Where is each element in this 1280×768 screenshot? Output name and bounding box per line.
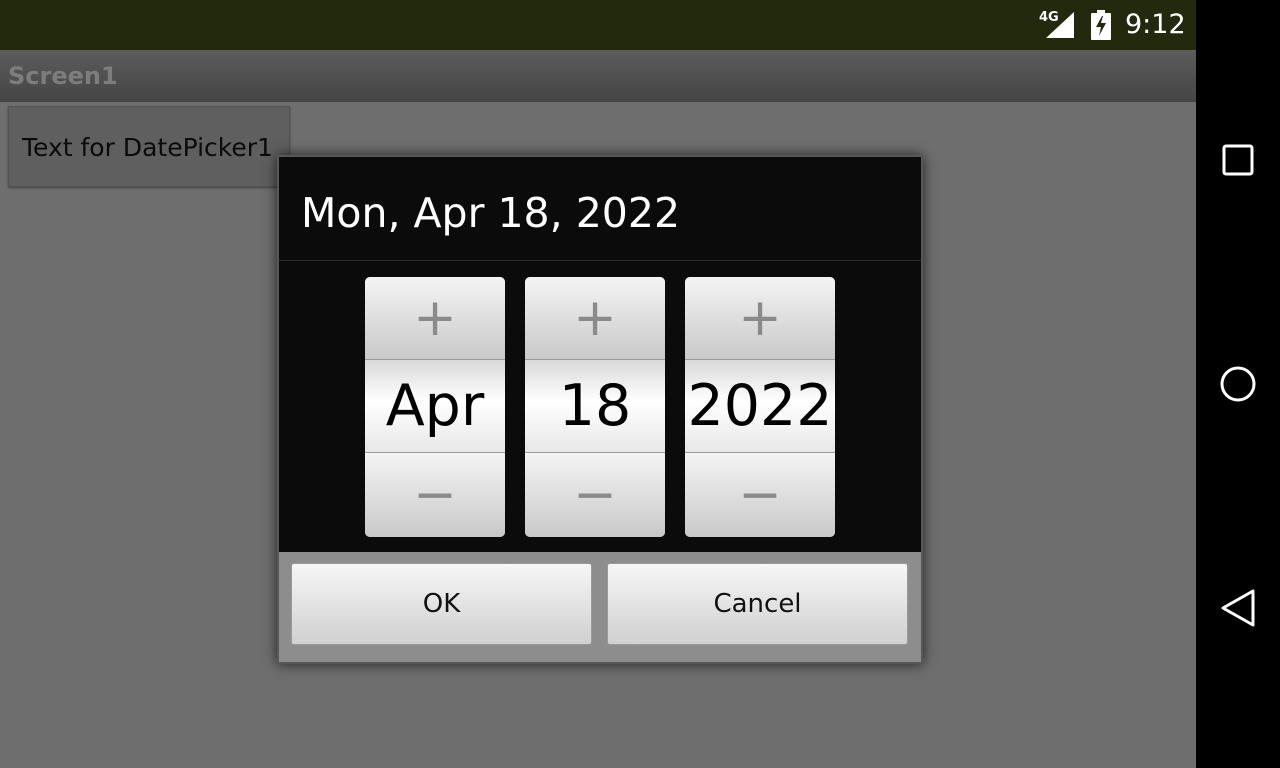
month-value[interactable]: Apr [365,359,505,453]
battery-charging-icon [1091,10,1111,40]
day-increment-button[interactable]: + [525,277,665,359]
home-button[interactable] [1208,354,1268,414]
date-picker-button-label: Text for DatePicker1 [22,133,273,162]
year-decrement-button[interactable]: − [685,453,835,537]
back-button[interactable] [1208,578,1268,638]
title-bar: Screen1 [0,50,1196,102]
cancel-button[interactable]: Cancel [607,563,908,645]
day-value[interactable]: 18 [525,359,665,453]
plus-icon: + [573,288,617,348]
month-spinner: + Apr − [365,277,505,537]
plus-icon: + [413,288,457,348]
minus-icon: − [413,465,457,525]
screen-title: Screen1 [8,62,118,90]
date-picker-dialog: Mon, Apr 18, 2022 + Apr − + 18 − + 2022 [277,155,923,664]
status-bar: 4G 9:12 [0,0,1196,50]
navigation-bar [1196,0,1280,768]
month-increment-button[interactable]: + [365,277,505,359]
day-spinner: + 18 − [525,277,665,537]
status-clock: 9:12 [1125,9,1186,40]
plus-icon: + [738,288,782,348]
date-picker-button[interactable]: Text for DatePicker1 [8,106,290,187]
day-decrement-button[interactable]: − [525,453,665,537]
dialog-footer: OK Cancel [279,552,921,662]
app-window: 4G 9:12 Screen1 Text for DatePicker1 Mon… [0,0,1196,768]
recents-square-icon [1222,144,1254,176]
dialog-header: Mon, Apr 18, 2022 [279,157,921,261]
recents-button[interactable] [1208,130,1268,190]
month-decrement-button[interactable]: − [365,453,505,537]
minus-icon: − [738,465,782,525]
year-value[interactable]: 2022 [685,359,835,453]
dialog-title: Mon, Apr 18, 2022 [301,189,681,237]
ok-button[interactable]: OK [291,563,592,645]
network-type-label: 4G [1039,10,1059,25]
minus-icon: − [573,465,617,525]
home-circle-icon [1220,366,1256,402]
year-increment-button[interactable]: + [685,277,835,359]
year-spinner: + 2022 − [685,277,835,537]
back-triangle-icon [1221,589,1255,627]
